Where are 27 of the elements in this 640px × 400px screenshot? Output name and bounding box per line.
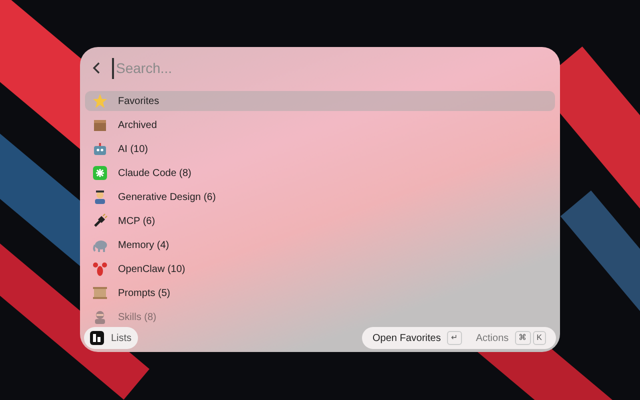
scroll-icon bbox=[92, 285, 108, 301]
list-item[interactable]: MCP (6) bbox=[85, 211, 555, 231]
list-item[interactable]: Memory (4) bbox=[85, 235, 555, 255]
robot-icon bbox=[92, 141, 108, 157]
shortcut-key: ⌘ bbox=[514, 331, 531, 345]
list-item[interactable]: Prompts (5) bbox=[85, 283, 555, 303]
list-item[interactable]: OpenClaw (10) bbox=[85, 259, 555, 279]
list-item[interactable]: Favorites bbox=[85, 91, 555, 111]
lists-pill[interactable]: Lists bbox=[84, 327, 138, 349]
back-icon[interactable] bbox=[92, 61, 102, 75]
box-icon bbox=[92, 117, 108, 133]
list-item[interactable]: Claude Code (8) bbox=[85, 163, 555, 183]
shortcut-key: K bbox=[532, 331, 546, 345]
ninja-icon bbox=[92, 309, 108, 325]
open-favorites-action[interactable]: Open Favorites bbox=[372, 330, 441, 346]
list-item[interactable]: AI (10) bbox=[85, 139, 555, 159]
search-field[interactable]: Search... bbox=[112, 58, 548, 78]
app-logo-icon bbox=[90, 331, 104, 345]
person-icon bbox=[92, 189, 108, 205]
list-item[interactable]: Archived bbox=[85, 115, 555, 135]
plug-icon bbox=[92, 213, 108, 229]
star-icon bbox=[92, 93, 108, 109]
lists-label: Lists bbox=[111, 332, 132, 346]
asterisk-icon bbox=[92, 165, 108, 181]
actions-label[interactable]: Actions bbox=[476, 330, 509, 346]
list-item[interactable]: Generative Design (6) bbox=[85, 187, 555, 207]
enter-key: ↵ bbox=[446, 331, 462, 345]
